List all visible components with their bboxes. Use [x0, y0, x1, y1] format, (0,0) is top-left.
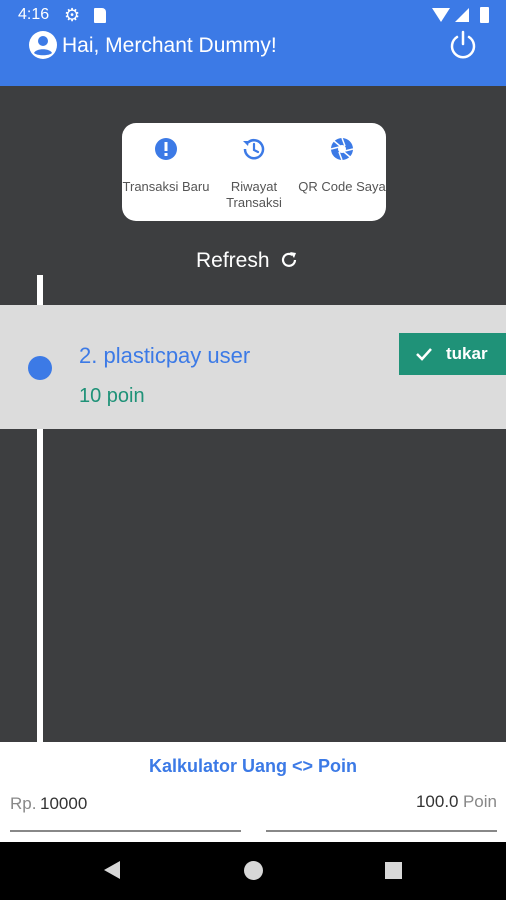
transaction-title: 2. plasticpay user — [79, 343, 251, 368]
menu-item-label: Riwayat Transaksi — [226, 179, 282, 210]
back-icon[interactable] — [104, 861, 120, 879]
history-icon — [243, 138, 265, 160]
system-nav-bar — [0, 842, 506, 900]
account-circle-icon[interactable] — [28, 30, 58, 60]
money-prefix: Rp. — [10, 794, 37, 813]
settings-icon: ⚙ — [64, 5, 81, 25]
tukar-label: tukar — [446, 344, 488, 363]
points-input[interactable]: 100.0 Poin — [266, 792, 497, 832]
menu-item-transaksi-baru[interactable]: Transaksi Baru — [122, 123, 210, 221]
menu-item-qr-code-saya[interactable]: QR Code Saya — [298, 123, 386, 221]
status-bar: 4:16 ⚙ — [0, 0, 506, 30]
menu-item-label: QR Code Saya — [298, 179, 386, 194]
menu-card: Transaksi Baru Riwayat Transaksi QR Code… — [122, 123, 386, 221]
camera-aperture-icon — [330, 137, 354, 161]
signal-icon — [455, 8, 469, 22]
check-icon — [416, 348, 432, 361]
transaction-points: 10 poin — [79, 385, 145, 407]
wifi-icon — [432, 8, 450, 22]
power-icon[interactable] — [448, 30, 478, 60]
calculator-panel: Kalkulator Uang <> Poin Rp. 10000 100.0 … — [0, 742, 506, 842]
tukar-button[interactable]: tukar — [399, 333, 506, 375]
recent-apps-icon[interactable] — [385, 862, 402, 879]
menu-item-riwayat-transaksi[interactable]: Riwayat Transaksi — [210, 123, 298, 221]
status-time: 4:16 — [18, 6, 50, 23]
transaction-card: 2. plasticpay user 10 poin tukar — [0, 305, 506, 429]
points-value: 100.0 — [415, 792, 459, 811]
refresh-button[interactable]: Refresh — [196, 249, 299, 273]
greeting-title: Hai, Merchant Dummy! — [62, 34, 277, 57]
timeline-dot — [28, 356, 52, 380]
home-icon[interactable] — [244, 861, 263, 880]
points-suffix: Poin — [462, 792, 497, 811]
menu-item-label: Transaksi Baru — [122, 179, 210, 194]
alert-badge-icon — [155, 138, 177, 160]
money-value: 10000 — [40, 794, 88, 813]
money-input[interactable]: Rp. 10000 — [10, 792, 241, 832]
refresh-label: Refresh — [196, 249, 270, 272]
sd-card-icon — [94, 8, 106, 23]
app-header: Hai, Merchant Dummy! — [0, 30, 506, 86]
calculator-title: Kalkulator Uang <> Poin — [148, 756, 358, 776]
battery-icon — [480, 7, 489, 23]
refresh-icon — [282, 252, 297, 267]
